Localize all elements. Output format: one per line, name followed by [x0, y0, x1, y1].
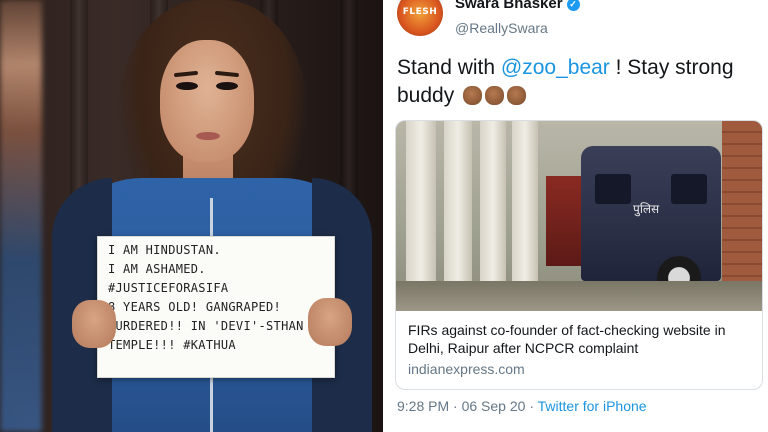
verified-badge-icon: ✓ — [566, 0, 580, 11]
blurred-photo-edge — [0, 0, 42, 432]
sign-text: I AM HINDUSTAN. I AM ASHAMED. #JUSTICEFO… — [98, 237, 334, 355]
tweet-time[interactable]: 9:28 PM — [397, 398, 449, 414]
sign-line: I AM ASHAMED. — [108, 262, 206, 276]
display-name[interactable]: Swara Bhasker ✓ — [455, 0, 580, 12]
tweet-text: Stand with @zoo_bear ! Stay strong buddy — [397, 54, 757, 110]
van-window — [595, 174, 631, 204]
sign-line: MURDERED!! IN 'DEVI'-STHAN — [108, 319, 304, 333]
hand-right — [308, 298, 352, 346]
link-preview-domain: indianexpress.com — [408, 361, 525, 377]
link-preview-card[interactable]: पुलिस FIRs against co-founder of fact-ch… — [395, 120, 763, 390]
avatar[interactable]: FLESH — [397, 0, 443, 36]
tweet-date[interactable]: 06 Sep 20 — [462, 398, 526, 414]
fist-emoji-icon — [485, 86, 505, 105]
protest-photo: I AM HINDUSTAN. I AM ASHAMED. #JUSTICEFO… — [0, 0, 383, 432]
sign-line: I AM HINDUSTAN. — [108, 243, 221, 257]
tweet: FLESH Swara Bhasker ✓ @ReallySwara Stand … — [383, 0, 768, 432]
ground — [396, 281, 762, 311]
meta-separator: · — [525, 398, 538, 414]
tweet-meta: 9:28 PM · 06 Sep 20 · Twitter for iPhone — [397, 398, 647, 414]
hand-left — [72, 300, 116, 348]
avatar-logo-text: FLESH — [402, 7, 438, 17]
van-label: पुलिस — [633, 202, 660, 216]
fist-emoji-icon — [463, 86, 483, 105]
van-window — [671, 174, 707, 204]
sign-line: TEMPLE!!! #KATHUA — [108, 338, 236, 352]
link-preview-image: पुलिस — [396, 121, 762, 311]
police-van: पुलिस — [581, 146, 721, 300]
user-handle[interactable]: @ReallySwara — [455, 20, 548, 36]
mention-link[interactable]: @zoo_bear — [501, 56, 610, 79]
face — [160, 40, 254, 162]
sign-line: #JUSTICEFORASIFA — [108, 281, 229, 295]
link-preview-title: FIRs against co-founder of fact-checking… — [408, 322, 726, 356]
fist-emoji-icon — [507, 86, 527, 105]
tweet-source-link[interactable]: Twitter for iPhone — [538, 398, 647, 414]
lips — [196, 132, 220, 140]
protest-sign: I AM HINDUSTAN. I AM ASHAMED. #JUSTICEFO… — [97, 236, 335, 378]
eyebrow-left — [173, 70, 199, 78]
tweet-text-start: Stand with — [397, 56, 501, 79]
eye-left — [176, 82, 198, 90]
eyebrow-right — [214, 70, 240, 78]
eye-right — [216, 82, 238, 90]
display-name-text: Swara Bhasker — [455, 0, 563, 12]
sign-line: 8 YEARS OLD! GANGRAPED! — [108, 300, 282, 314]
meta-separator: · — [449, 398, 462, 414]
